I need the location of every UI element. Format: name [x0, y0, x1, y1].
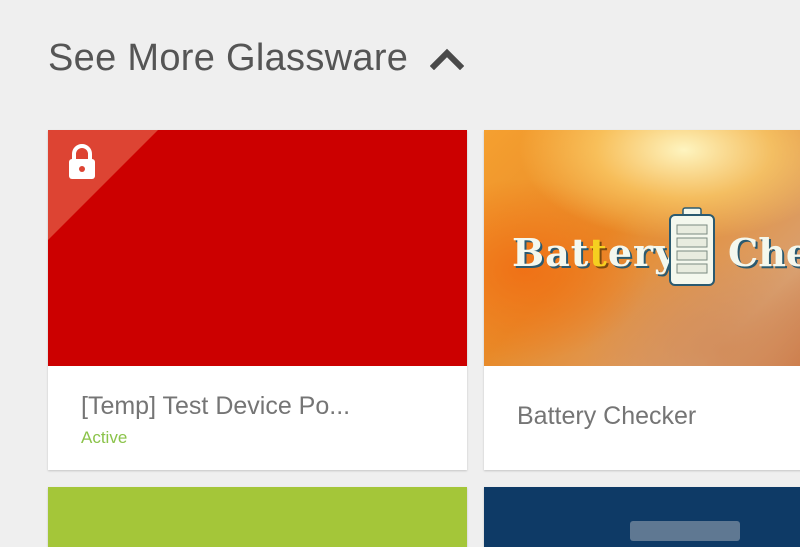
- glassware-card-battery-checker[interactable]: Battery Che Battery Checker: [484, 130, 800, 470]
- lock-icon: [69, 144, 95, 179]
- lightning-bolt-letter: t: [589, 230, 608, 275]
- locked-corner-badge: [48, 130, 158, 240]
- status-label: Active: [81, 428, 128, 447]
- section-header: See More Glassware: [48, 28, 465, 88]
- glassware-card-navy[interactable]: [484, 487, 800, 547]
- logo-text-prefix: Bat: [512, 230, 590, 275]
- battery-icon: [669, 207, 715, 286]
- card-image-element: [630, 521, 740, 541]
- logo-text-tail: Che: [728, 230, 800, 275]
- chevron-up-icon[interactable]: [430, 46, 465, 70]
- card-body: [Temp] Test Device Po... Active: [48, 366, 467, 470]
- section-title: See More Glassware: [48, 36, 409, 79]
- glassware-card-green[interactable]: [48, 487, 467, 547]
- card-title: Battery Checker: [517, 402, 697, 430]
- card-title: [Temp] Test Device Po...: [81, 392, 351, 420]
- battery-checker-logo-text: Battery: [512, 230, 677, 275]
- glassware-card-temp-test-device[interactable]: [Temp] Test Device Po... Active: [48, 130, 467, 470]
- card-image: Battery Che: [484, 130, 800, 366]
- card-body: Battery Checker: [484, 366, 800, 470]
- card-image: [48, 130, 467, 366]
